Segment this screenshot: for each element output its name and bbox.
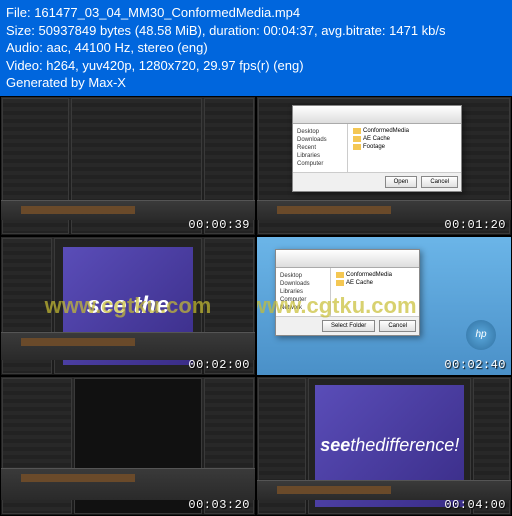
file-line: File: 161477_03_04_MM30_ConformedMedia.m… (6, 4, 506, 22)
duration-value: 00:04:37, (263, 23, 317, 38)
thumbnail-1: 00:00:39 (0, 96, 256, 236)
dialog-sidebar[interactable]: Desktop Downloads Libraries Computer Net… (276, 268, 331, 316)
bitrate-label: avg.bitrate: (321, 23, 385, 38)
sidebar-item[interactable]: Network (278, 304, 328, 312)
video-value: h264, yuv420p, 1280x720, 29.97 fps(r) (e… (46, 58, 303, 73)
sidebar-item[interactable]: Libraries (278, 288, 328, 296)
thumbnail-3: see the www.cgtku.com 00:02:00 (0, 236, 256, 376)
dialog-file-list[interactable]: ConformedMedia AE Cache Footage (348, 124, 461, 172)
list-item[interactable]: ConformedMedia (351, 127, 458, 135)
dialog-sidebar[interactable]: Desktop Downloads Recent Libraries Compu… (293, 124, 348, 172)
timeline (257, 480, 511, 500)
file-label: File: (6, 5, 31, 20)
see-thin: thedifference! (350, 435, 459, 455)
list-item[interactable]: Footage (351, 143, 458, 151)
cancel-button[interactable]: Cancel (421, 176, 458, 188)
folder-icon (353, 136, 361, 142)
timestamp-2: 00:01:20 (444, 218, 506, 232)
sidebar-item[interactable]: Computer (278, 296, 328, 304)
timeline (257, 200, 511, 220)
bitrate-value: 1471 kb/s (389, 23, 445, 38)
thumbnail-5: 00:03:20 (0, 376, 256, 516)
media-info-header: File: 161477_03_04_MM30_ConformedMedia.m… (0, 0, 512, 96)
sidebar-item[interactable]: Computer (295, 160, 345, 168)
thumbnail-4: Desktop Downloads Libraries Computer Net… (256, 236, 512, 376)
folder-icon (353, 144, 361, 150)
timestamp-1: 00:00:39 (188, 218, 250, 232)
file-value: 161477_03_04_MM30_ConformedMedia.mp4 (34, 5, 300, 20)
list-item[interactable]: AE Cache (334, 279, 416, 287)
audio-line: Audio: aac, 44100 Hz, stereo (eng) (6, 39, 506, 57)
generated-line: Generated by Max-X (6, 74, 506, 92)
sidebar-item[interactable]: Desktop (295, 128, 345, 136)
dialog-footer: Open Cancel (293, 172, 461, 191)
size-mib: (48.58 MiB) (135, 23, 202, 38)
see-bold: see (320, 435, 350, 455)
select-folder-button[interactable]: Select Folder (322, 320, 375, 332)
sidebar-item[interactable]: Recent (295, 144, 345, 152)
timeline (1, 200, 255, 220)
size-label: Size: (6, 23, 35, 38)
size-bytes: 50937849 bytes (39, 23, 132, 38)
open-button[interactable]: Open (385, 176, 418, 188)
preview-text-full: seethedifference! (320, 435, 459, 456)
folder-icon (336, 280, 344, 286)
cancel-button[interactable]: Cancel (379, 320, 416, 332)
dialog-file-list[interactable]: ConformedMedia AE Cache (331, 268, 419, 316)
hp-logo-icon: hp (466, 320, 496, 350)
timeline (1, 468, 255, 500)
thumbnail-2: Desktop Downloads Recent Libraries Compu… (256, 96, 512, 236)
dialog-titlebar (276, 250, 419, 268)
dialog-footer: Select Folder Cancel (276, 316, 419, 335)
sidebar-item[interactable]: Downloads (278, 280, 328, 288)
folder-icon (336, 272, 344, 278)
duration-label: duration: (209, 23, 260, 38)
timestamp-3: 00:02:00 (188, 358, 250, 372)
list-item[interactable]: ConformedMedia (334, 271, 416, 279)
folder-icon (353, 128, 361, 134)
audio-label: Audio: (6, 40, 43, 55)
thumbnail-mosaic: 00:00:39 Desktop Downloads Recent Librar… (0, 96, 512, 516)
size-line: Size: 50937849 bytes (48.58 MiB), durati… (6, 22, 506, 40)
dialog-titlebar (293, 106, 461, 124)
timeline (1, 332, 255, 360)
thumbnail-6: seethedifference! 00:04:00 (256, 376, 512, 516)
file-dialog[interactable]: Desktop Downloads Recent Libraries Compu… (292, 105, 462, 192)
list-item[interactable]: AE Cache (351, 135, 458, 143)
sidebar-item[interactable]: Desktop (278, 272, 328, 280)
preview-text: see the (87, 292, 170, 320)
video-line: Video: h264, yuv420p, 1280x720, 29.97 fp… (6, 57, 506, 75)
sidebar-item[interactable]: Libraries (295, 152, 345, 160)
select-folder-dialog[interactable]: Desktop Downloads Libraries Computer Net… (275, 249, 420, 336)
video-label: Video: (6, 58, 43, 73)
sidebar-item[interactable]: Downloads (295, 136, 345, 144)
audio-value: aac, 44100 Hz, stereo (eng) (47, 40, 208, 55)
timestamp-4: 00:02:40 (444, 358, 506, 372)
